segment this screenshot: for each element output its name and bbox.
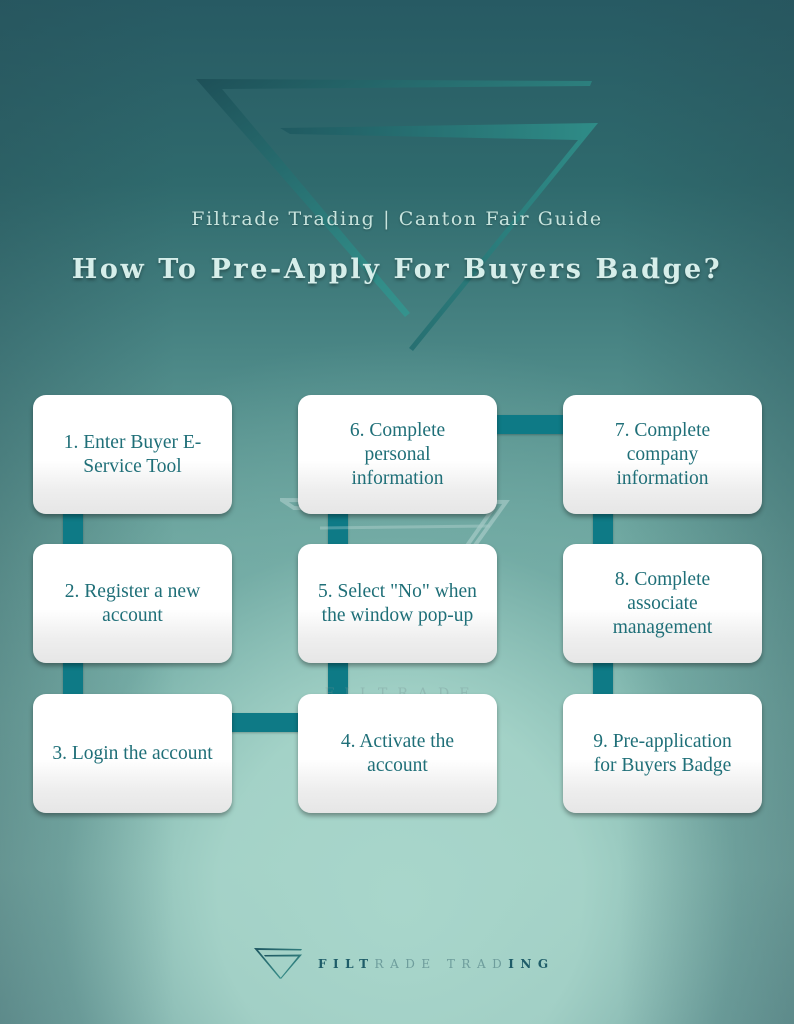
connector-6-7 xyxy=(493,415,567,434)
step-label: 5. Select "No" when the window pop-up xyxy=(318,580,477,626)
step-label: 1. Enter Buyer E- Service Tool xyxy=(63,431,202,477)
step-card-2: 2. Register a new account xyxy=(33,544,232,663)
step-card-9: 9. Pre-application for Buyers Badge xyxy=(563,694,762,813)
step-card-8: 8. Complete associate management xyxy=(563,544,762,663)
step-label: 4. Activate the account xyxy=(340,730,455,776)
step-label: 7. Complete company information xyxy=(614,419,711,489)
footer-brand-part1: FILT xyxy=(318,957,375,971)
step-label: 8. Complete associate management xyxy=(612,568,713,638)
footer-brand: FILTRADE TRADING xyxy=(318,957,555,971)
step-label: 6. Complete personal information xyxy=(349,419,446,489)
subtitle: Filtrade Trading | Canton Fair Guide xyxy=(191,208,603,230)
step-label: 2. Register a new account xyxy=(64,580,201,626)
step-label: 9. Pre-application for Buyers Badge xyxy=(593,730,732,776)
step-card-7: 7. Complete company information xyxy=(563,395,762,514)
step-card-3: 3. Login the account xyxy=(33,694,232,813)
footer-brand-part3: ING xyxy=(508,957,555,971)
step-card-5: 5. Select "No" when the window pop-up xyxy=(298,544,497,663)
step-card-4: 4. Activate the account xyxy=(298,694,497,813)
filtrade-logo-small-icon xyxy=(254,948,302,979)
step-card-1: 1. Enter Buyer E- Service Tool xyxy=(33,395,232,514)
page-title: How To Pre-Apply For Buyers Badge? xyxy=(71,254,723,285)
step-label: 3. Login the account xyxy=(52,742,213,764)
step-card-6: 6. Complete personal information xyxy=(298,395,497,514)
footer-brand-part2: RADE TRAD xyxy=(374,957,509,971)
